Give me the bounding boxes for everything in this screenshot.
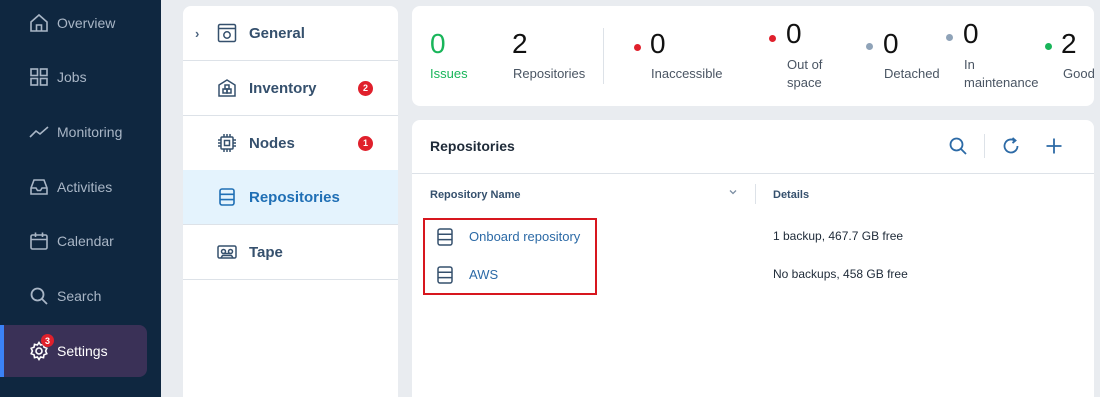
inventory-icon xyxy=(218,79,236,97)
nav-item-label: Activities xyxy=(57,179,113,195)
nav-item-label: Jobs xyxy=(57,69,87,85)
stats-divider xyxy=(603,28,604,84)
nav-item-overview[interactable]: Overview xyxy=(0,0,147,49)
search-icon[interactable] xyxy=(947,135,969,157)
notification-badge: 1 xyxy=(358,135,373,151)
stat-label-line2: maintenance xyxy=(964,75,1039,90)
stat-label: Detached xyxy=(884,66,940,81)
settings-menu-tape[interactable]: Tape xyxy=(183,225,398,280)
nav-item-search[interactable]: Search xyxy=(0,270,147,322)
status-dot xyxy=(1045,43,1052,50)
chip-icon xyxy=(218,134,236,152)
inbox-icon xyxy=(30,179,48,195)
status-dot xyxy=(866,43,873,50)
toolbar-divider xyxy=(984,134,985,158)
tape-icon xyxy=(217,245,237,259)
repositories-panel: Repositories Repository Name Details Onb… xyxy=(412,120,1094,397)
nav-item-monitoring[interactable]: Monitoring xyxy=(0,106,147,158)
nav-item-settings[interactable]: 3 Settings xyxy=(0,325,147,377)
chevron-right-icon[interactable]: › xyxy=(195,26,199,41)
nav-item-jobs[interactable]: Jobs xyxy=(0,51,147,103)
home-icon xyxy=(30,13,48,32)
settings-menu: › General Inventory 2 Nodes 1 Repositori… xyxy=(183,6,398,397)
settings-menu-label: Repositories xyxy=(249,188,340,206)
nav-item-label: Settings xyxy=(57,343,108,359)
stat-value: 2 xyxy=(1061,28,1077,59)
search-icon xyxy=(30,287,48,305)
grid-icon xyxy=(30,68,48,86)
repository-stats-panel: 0 Issues 2 Repositories 0 Inaccessible 0… xyxy=(412,6,1094,106)
calendar-icon xyxy=(30,232,48,250)
stat-value: 2 xyxy=(512,28,528,59)
status-dot xyxy=(946,34,953,41)
stat-label: Repositories xyxy=(513,66,586,81)
nav-item-label: Monitoring xyxy=(57,124,123,140)
nav-item-activities[interactable]: Activities xyxy=(0,161,147,213)
nav-item-label: Search xyxy=(57,288,102,304)
database-icon xyxy=(219,188,235,206)
nav-item-label: Overview xyxy=(57,15,116,31)
status-dot xyxy=(634,44,641,51)
add-icon[interactable] xyxy=(1043,135,1065,157)
trend-line-icon xyxy=(29,126,49,138)
main-navigation: Overview Jobs Monitoring Activities Cale… xyxy=(0,0,161,397)
panel-title: Repositories xyxy=(430,138,515,154)
stat-value: 0 xyxy=(786,18,802,49)
column-header-name[interactable]: Repository Name xyxy=(430,189,520,201)
nav-item-label: Calendar xyxy=(57,233,114,249)
stat-value: 0 xyxy=(883,28,899,59)
settings-menu-label: Tape xyxy=(249,243,283,261)
settings-menu-nodes[interactable]: Nodes 1 xyxy=(183,116,398,171)
chevron-down-icon[interactable] xyxy=(727,186,739,198)
settings-menu-inventory[interactable]: Inventory 2 xyxy=(183,61,398,116)
stat-value: 0 xyxy=(430,28,446,59)
column-divider xyxy=(755,184,756,204)
notification-badge: 2 xyxy=(358,80,373,96)
stat-label-line1: In xyxy=(964,57,975,72)
stat-label-line1: Out of xyxy=(787,57,823,72)
highlight-box xyxy=(423,218,597,295)
settings-menu-label: Inventory xyxy=(249,79,317,97)
stat-label: Inaccessible xyxy=(651,66,723,81)
notification-badge: 3 xyxy=(41,334,54,347)
settings-menu-label: General xyxy=(249,24,305,42)
gear-window-icon xyxy=(217,23,237,43)
settings-menu-general[interactable]: › General xyxy=(183,6,398,61)
nav-item-calendar[interactable]: Calendar xyxy=(0,215,147,267)
stat-value: 0 xyxy=(650,28,666,59)
settings-menu-repositories[interactable]: Repositories xyxy=(183,170,398,225)
refresh-icon[interactable] xyxy=(1000,135,1022,157)
stat-label-line2: space xyxy=(787,75,822,90)
repository-details: 1 backup, 467.7 GB free xyxy=(773,229,904,243)
repository-details: No backups, 458 GB free xyxy=(773,267,908,281)
stat-value: 0 xyxy=(963,18,979,49)
settings-menu-label: Nodes xyxy=(249,134,295,152)
status-dot xyxy=(769,35,776,42)
panel-header-divider xyxy=(412,173,1094,174)
column-header-details[interactable]: Details xyxy=(773,189,809,201)
stat-label: Good xyxy=(1063,66,1094,81)
stat-label: Issues xyxy=(430,66,468,81)
